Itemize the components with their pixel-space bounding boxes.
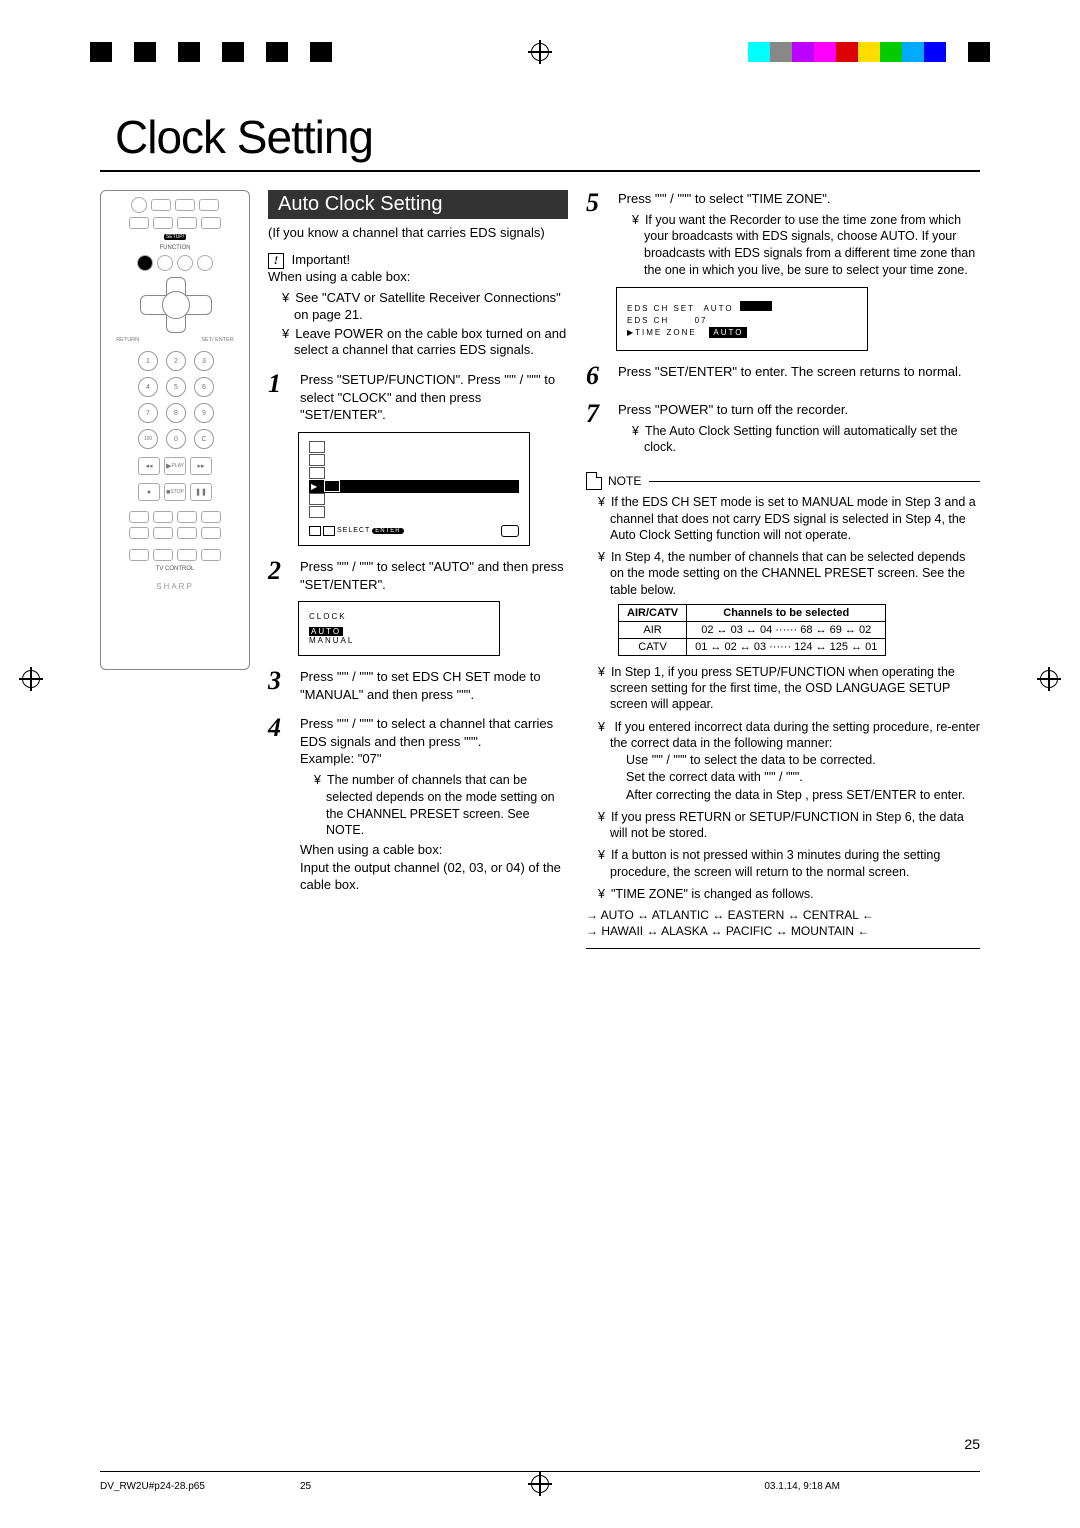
channel-table: AIR/CATVChannels to be selected AIR02 ↔ … [618, 604, 886, 656]
registration-bars-left [90, 42, 332, 62]
step-number: 1 [268, 371, 290, 424]
osd-screen-clock: CLOCK AUTO MANUAL [298, 601, 500, 656]
step-2-text: Press "'" / """ to select "AUTO" and the… [300, 558, 568, 593]
registration-cross-right [1040, 670, 1058, 688]
important-icon: ! [268, 253, 284, 269]
note-heading: NOTE [586, 472, 980, 490]
important-label: Important! [292, 252, 351, 267]
note-list: If the EDS CH SET mode is set to MANUAL … [586, 494, 980, 598]
brand-logo: SHARP [156, 582, 194, 591]
step-number: 3 [268, 668, 290, 703]
step-7-text: Press "POWER" to turn off the recorder. … [618, 401, 980, 458]
step-5-text: Press "'" / """ to select "TIME ZONE". I… [618, 190, 980, 281]
footer-rule [100, 1471, 980, 1472]
registration-cross-left [22, 670, 40, 688]
note-icon [586, 472, 602, 490]
step-number: 4 [268, 715, 290, 894]
registration-cross-top [530, 42, 550, 62]
step-3-text: Press "'" / """ to set EDS CH SET mode t… [300, 668, 568, 703]
footer-page: 25 [300, 1481, 311, 1492]
step-6-text: Press "SET/ENTER" to enter. The screen r… [618, 363, 980, 389]
timezone-cycle-line2: → HAWAII ↔ ALASKA ↔ PACIFIC ↔ MOUNTAIN ← [586, 924, 980, 938]
osd-screen-timezone: EDS CH SET AUTO EDS CH 07 ▶TIME ZONE AUT… [616, 287, 868, 351]
timezone-cycle-line1: → AUTO ↔ ATLANTIC ↔ EASTERN ↔ CENTRAL ← [586, 908, 980, 922]
footer-filename: DV_RW2U#p24-28.p65 [100, 1481, 205, 1492]
step-number: 2 [268, 558, 290, 593]
osd-screen-main: ▶ SELECT ENTER [298, 432, 530, 546]
important-when: When using a cable box: [268, 269, 568, 286]
page-number: 25 [964, 1436, 980, 1452]
important-list: See "CATV or Satellite Receiver Connecti… [282, 290, 568, 360]
intro-text: (If you know a channel that carries EDS … [268, 225, 568, 240]
step-number: 7 [586, 401, 608, 458]
registration-cross-bottom [530, 1474, 550, 1494]
footer-date: 03.1.14, 9:18 AM [764, 1481, 840, 1492]
step-number: 6 [586, 363, 608, 389]
page-title: Clock Setting [115, 110, 970, 164]
note-list-2: In Step 1, if you press SETUP/FUNCTION w… [586, 664, 980, 902]
step-number: 5 [586, 190, 608, 281]
registration-bars-right [748, 42, 990, 62]
remote-illustration: SETUP/ FUNCTION RETURN SET/ ENTER 123 45… [100, 190, 250, 670]
step-1-text: Press "SETUP/FUNCTION". Press "'" / """ … [300, 371, 568, 424]
step-4-text: Press "'" / """ to select a channel that… [300, 715, 568, 894]
note-end-rule [586, 948, 980, 949]
section-heading: Auto Clock Setting [268, 190, 568, 219]
title-rule [100, 170, 980, 172]
